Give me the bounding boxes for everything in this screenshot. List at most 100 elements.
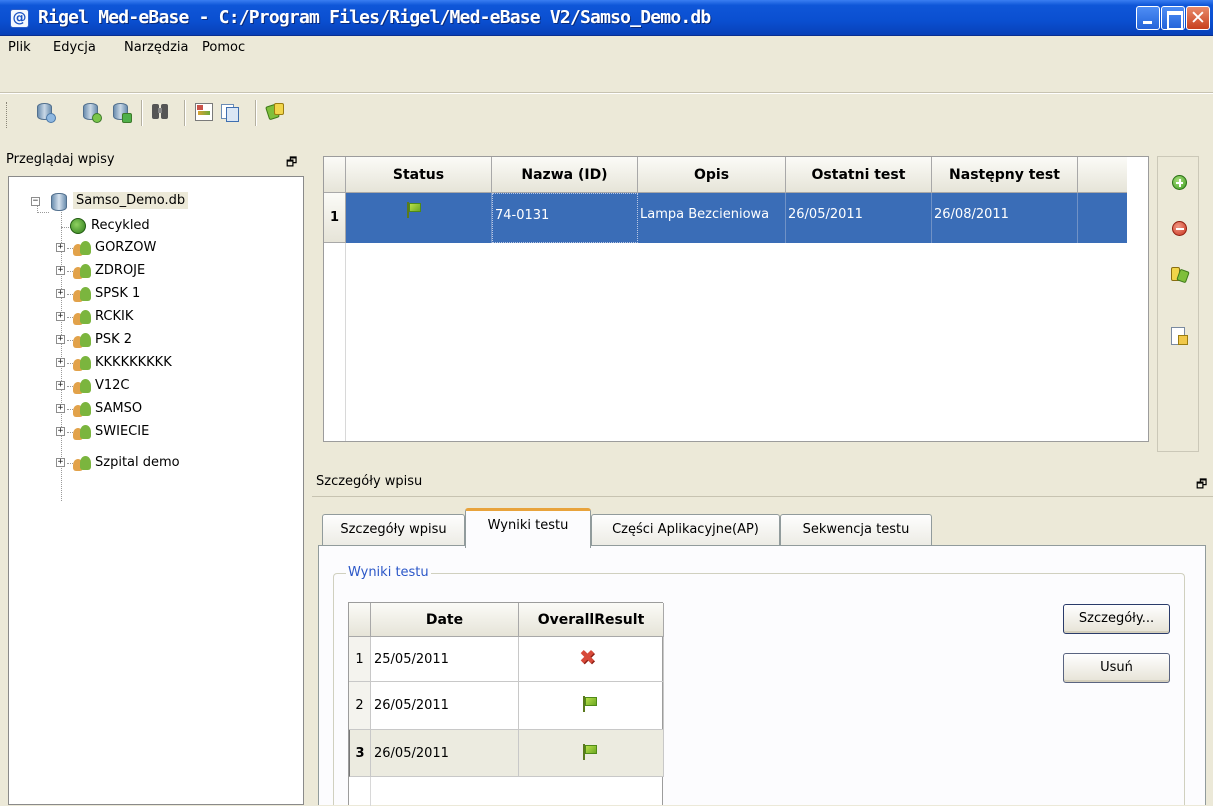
expand-icon[interactable]: + (56, 458, 65, 467)
group-icon (73, 424, 91, 440)
expand-icon[interactable]: + (56, 243, 65, 252)
toolbar-separator (184, 100, 186, 126)
expand-icon[interactable]: + (56, 312, 65, 321)
delete-button[interactable]: Usuń (1063, 653, 1170, 683)
float-panel-icon[interactable]: 🗗 (286, 153, 297, 174)
tree-root-label: Samso_Demo.db (73, 192, 189, 209)
expand-icon[interactable]: + (56, 404, 65, 413)
name-cell: 74-0131 (492, 193, 638, 243)
date-cell[interactable]: 26/05/2011 (371, 730, 519, 777)
green-flag-icon (582, 696, 598, 712)
transfer-record-icon[interactable] (1170, 265, 1190, 285)
binoculars-icon[interactable] (150, 101, 172, 123)
row-header[interactable]: 1 (349, 637, 371, 682)
column-header-desc[interactable]: Opis (638, 157, 786, 193)
close-icon: ✕ (1190, 7, 1206, 29)
database-icon[interactable] (34, 101, 56, 123)
tab-test-sequence[interactable]: Sekwencja testu (780, 514, 932, 546)
expand-icon[interactable]: + (56, 289, 65, 298)
close-button[interactable]: ✕ (1186, 6, 1210, 30)
details-panel-title: Szczegóły wpisu (316, 474, 423, 489)
table-row[interactable]: 74-0131 Lampa Bezcieniowa 26/05/2011 26/… (346, 193, 1127, 243)
database-icon (51, 193, 67, 211)
add-record-icon[interactable] (1172, 175, 1187, 190)
menu-bar: Plik Edycja Narzędzia Pomoc (0, 36, 1213, 62)
group-icon (73, 263, 91, 279)
date-cell[interactable]: 26/05/2011 (371, 682, 519, 730)
record-actions-toolbar (1157, 156, 1199, 452)
float-panel-icon[interactable]: 🗗 (1196, 475, 1207, 496)
maximize-button[interactable] (1161, 6, 1185, 30)
menu-pomoc[interactable]: Pomoc (202, 40, 245, 55)
toolbar-separator (141, 100, 143, 126)
app-icon: @ (10, 9, 29, 28)
expand-icon[interactable]: + (56, 427, 65, 436)
row-header[interactable]: 3 (349, 730, 371, 777)
column-header-filler (1078, 157, 1127, 193)
column-header-date[interactable]: Date (371, 603, 519, 637)
row-header-gutter (349, 777, 371, 806)
menu-edycja[interactable]: Edycja (53, 40, 96, 55)
row-header[interactable]: 1 (324, 193, 346, 243)
tab-record-details[interactable]: Szczegóły wpisu (322, 514, 465, 546)
group-icon (73, 286, 91, 302)
tree-item-label: Szpital demo (95, 455, 180, 470)
panel-divider (312, 496, 1213, 497)
result-cell[interactable] (519, 682, 664, 730)
menu-narzedzia[interactable]: Narzędzia (124, 40, 189, 55)
column-header-last-test[interactable]: Ostatni test (786, 157, 932, 193)
column-header-name[interactable]: Nazwa (ID) (492, 157, 638, 193)
result-cell[interactable]: ✖ (519, 637, 664, 682)
group-icon (73, 401, 91, 417)
tab-test-results[interactable]: Wyniki testu (465, 508, 591, 548)
group-icon (73, 240, 91, 256)
result-cell[interactable] (519, 730, 664, 777)
row-header-gutter (324, 243, 346, 441)
last-test-cell: 26/05/2011 (786, 193, 932, 243)
toolbar-separator-line (0, 92, 1213, 94)
recycle-icon (70, 218, 86, 234)
copy-records-icon[interactable] (219, 101, 241, 123)
details-button[interactable]: Szczegóły... (1063, 604, 1170, 634)
date-cell[interactable]: 25/05/2011 (371, 637, 519, 682)
record-tree[interactable]: − Samso_Demo.db Recykled + GORZOW + ZDRO… (8, 176, 304, 805)
minimize-button[interactable] (1136, 6, 1160, 30)
record-details-icon[interactable] (1171, 327, 1189, 347)
group-icon (73, 378, 91, 394)
toolbar-separator (255, 100, 257, 126)
report-icon[interactable] (193, 101, 215, 123)
sync-icon[interactable] (265, 101, 287, 123)
tree-item-label: Recykled (91, 218, 150, 233)
column-header-overall-result[interactable]: OverallResult (519, 603, 664, 637)
table-corner (324, 157, 346, 193)
results-table[interactable]: Date OverallResult 1 25/05/2011 ✖ 2 26/0… (348, 602, 664, 806)
tree-item-label: PSK 2 (95, 332, 133, 347)
tree-item-label: SWIECIE (95, 424, 150, 439)
group-icon (73, 455, 91, 471)
tree-item-label: RCKIK (95, 309, 134, 324)
records-table[interactable]: Status Nazwa (ID) Opis Ostatni test Nast… (323, 156, 1149, 442)
title-bar: @ Rigel Med-eBase - C:/Program Files/Rig… (0, 0, 1213, 36)
expand-icon[interactable]: + (56, 335, 65, 344)
expand-icon[interactable]: + (56, 381, 65, 390)
database-add-icon[interactable] (80, 101, 102, 123)
remove-record-icon[interactable] (1172, 221, 1187, 236)
expand-icon[interactable]: + (56, 266, 65, 275)
tree-item-label: SAMSO (95, 401, 143, 416)
minimize-icon (1137, 7, 1159, 29)
green-flag-icon (582, 744, 598, 760)
column-header-next-test[interactable]: Następny test (932, 157, 1078, 193)
fail-x-icon: ✖ (579, 645, 596, 669)
tab-applied-parts[interactable]: Części Aplikacyjne(AP) (591, 514, 780, 546)
column-header-status[interactable]: Status (346, 157, 492, 193)
row-header[interactable]: 2 (349, 682, 371, 730)
menu-plik[interactable]: Plik (8, 40, 31, 55)
tree-root[interactable]: − Samso_Demo.db (9, 192, 299, 214)
window-title: Rigel Med-eBase - C:/Program Files/Rigel… (38, 7, 711, 28)
database-export-icon[interactable] (110, 101, 132, 123)
toolbar-grip[interactable] (6, 102, 9, 128)
group-icon (73, 355, 91, 371)
collapse-icon[interactable]: − (31, 197, 40, 206)
expand-icon[interactable]: + (56, 358, 65, 367)
next-test-cell: 26/08/2011 (932, 193, 1078, 243)
